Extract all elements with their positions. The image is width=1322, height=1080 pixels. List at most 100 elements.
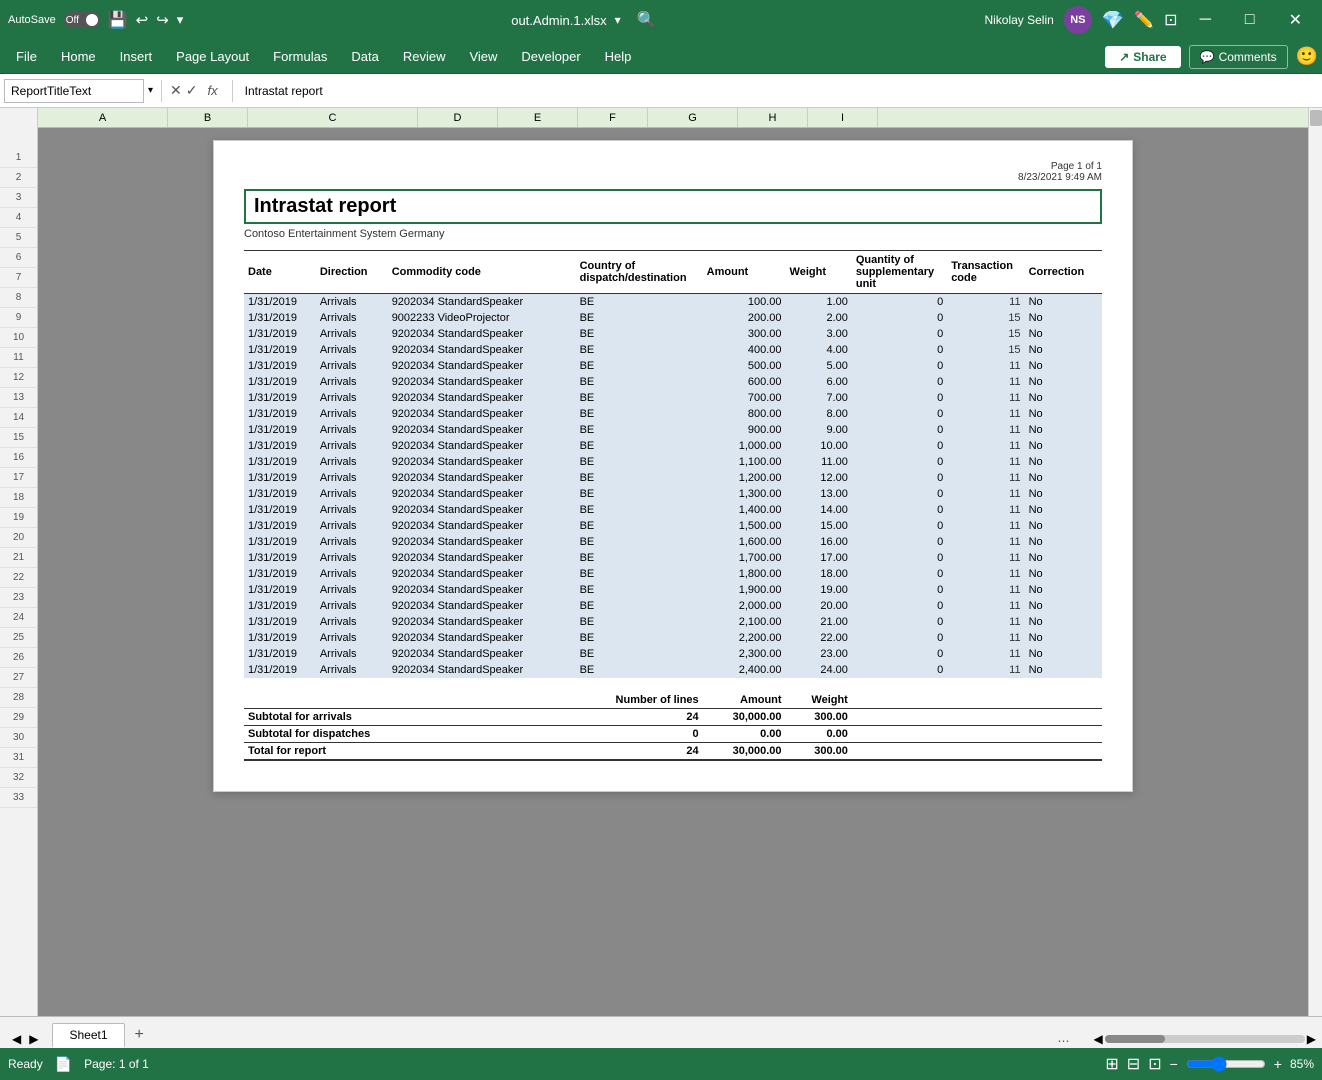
cell-direction: Arrivals <box>316 518 388 534</box>
cell-qty: 0 <box>852 342 947 358</box>
menu-data[interactable]: Data <box>339 45 390 68</box>
gem-icon[interactable]: 💎 <box>1102 10 1124 31</box>
redo-icon[interactable]: ↪ <box>156 11 169 29</box>
tab-next-icon[interactable]: ▶ <box>25 1030 42 1048</box>
col-header-c[interactable]: C <box>248 108 418 127</box>
restore-icon[interactable]: ⊡ <box>1164 10 1177 30</box>
user-name: Nikolay Selin <box>984 13 1053 27</box>
cancel-formula-icon[interactable]: ✕ <box>170 82 182 99</box>
sheet-tab-sheet1[interactable]: Sheet1 <box>52 1023 124 1048</box>
cell-amount: 1,000.00 <box>703 438 786 454</box>
formula-separator2 <box>232 80 233 102</box>
cell-weight: 20.00 <box>786 598 852 614</box>
undo-icon[interactable]: ↩ <box>136 11 149 29</box>
cell-amount: 1,900.00 <box>703 582 786 598</box>
menu-file[interactable]: File <box>4 45 49 68</box>
cell-amount: 800.00 <box>703 406 786 422</box>
menu-page-layout[interactable]: Page Layout <box>164 45 261 68</box>
cell-weight: 21.00 <box>786 614 852 630</box>
status-page-icon[interactable]: 📄 <box>55 1056 72 1073</box>
cell-country: BE <box>576 422 703 438</box>
num-lines-label: Number of lines <box>576 686 703 709</box>
search-icon[interactable]: 🔍 <box>637 10 657 30</box>
col-header-a[interactable]: A <box>38 108 168 127</box>
hscroll-right-icon[interactable]: ▶ <box>1305 1030 1318 1048</box>
cell-date: 1/31/2019 <box>244 438 316 454</box>
cell-amount: 2,200.00 <box>703 630 786 646</box>
maximize-button[interactable]: □ <box>1233 0 1267 40</box>
menu-home[interactable]: Home <box>49 45 108 68</box>
row-header-9: 9 <box>0 308 37 328</box>
formula-input[interactable] <box>241 82 1318 100</box>
row-header-30: 30 <box>0 728 37 748</box>
menu-developer[interactable]: Developer <box>509 45 592 68</box>
menu-help[interactable]: Help <box>593 45 644 68</box>
menu-formulas[interactable]: Formulas <box>261 45 339 68</box>
cell-amount: 500.00 <box>703 358 786 374</box>
cell-date: 1/31/2019 <box>244 566 316 582</box>
user-avatar[interactable]: NS <box>1064 6 1092 34</box>
more-icon[interactable]: ▾ <box>177 12 184 28</box>
cell-direction: Arrivals <box>316 470 388 486</box>
cell-country: BE <box>576 406 703 422</box>
col-header-b[interactable]: B <box>168 108 248 127</box>
zoom-plus-icon[interactable]: + <box>1274 1056 1282 1072</box>
row-header-12: 12 <box>0 368 37 388</box>
cell-weight: 14.00 <box>786 502 852 518</box>
table-row: 1/31/2019 Arrivals 9202034 StandardSpeak… <box>244 374 1102 390</box>
pen-icon[interactable]: ✏️ <box>1134 10 1154 30</box>
save-icon[interactable]: 💾 <box>108 10 128 30</box>
tab-prev-icon[interactable]: ◀ <box>8 1030 25 1048</box>
cell-amount: 1,400.00 <box>703 502 786 518</box>
cell-commodity: 9002233 VideoProjector <box>388 310 576 326</box>
scroll-area[interactable]: A B C D E F G H I Page 1 of 1 8/23/2021 … <box>38 108 1308 1016</box>
cell-qty: 0 <box>852 294 947 311</box>
minimize-button[interactable]: ─ <box>1188 0 1223 40</box>
normal-view-icon[interactable]: ⊞ <box>1105 1054 1118 1074</box>
autosave-toggle[interactable]: Off <box>64 12 100 28</box>
hscroll-track[interactable] <box>1105 1035 1305 1043</box>
page-info: Page 1 of 1 8/23/2021 9:49 AM <box>244 161 1102 183</box>
close-button[interactable]: ✕ <box>1277 0 1314 40</box>
cell-commodity: 9202034 StandardSpeaker <box>388 406 576 422</box>
name-box[interactable] <box>4 79 144 103</box>
confirm-formula-icon[interactable]: ✓ <box>186 82 198 99</box>
table-row: 1/31/2019 Arrivals 9202034 StandardSpeak… <box>244 390 1102 406</box>
emoji-icon[interactable]: 🙂 <box>1296 46 1318 67</box>
menu-view[interactable]: View <box>457 45 509 68</box>
col-header-f[interactable]: F <box>578 108 648 127</box>
cell-date: 1/31/2019 <box>244 598 316 614</box>
col-header-i[interactable]: I <box>808 108 878 127</box>
hscroll-left-icon[interactable]: ◀ <box>1092 1030 1105 1048</box>
row-header-20: 20 <box>0 528 37 548</box>
page-break-view-icon[interactable]: ⊡ <box>1148 1054 1161 1074</box>
page-layout-view-icon[interactable]: ⊟ <box>1127 1054 1140 1074</box>
menu-insert[interactable]: Insert <box>108 45 165 68</box>
zoom-minus-icon[interactable]: − <box>1170 1056 1178 1072</box>
col-header-d[interactable]: D <box>418 108 498 127</box>
zoom-slider[interactable] <box>1186 1056 1266 1072</box>
cell-weight: 8.00 <box>786 406 852 422</box>
cell-direction: Arrivals <box>316 646 388 662</box>
cell-country: BE <box>576 470 703 486</box>
cell-trans: 11 <box>947 406 1024 422</box>
col-header-e[interactable]: E <box>498 108 578 127</box>
col-header-g[interactable]: G <box>648 108 738 127</box>
vertical-scrollbar[interactable] <box>1308 108 1322 1016</box>
cell-date: 1/31/2019 <box>244 630 316 646</box>
name-box-dropdown[interactable]: ▾ <box>148 85 153 96</box>
cell-date: 1/31/2019 <box>244 454 316 470</box>
share-button[interactable]: ↗ Share <box>1105 46 1180 68</box>
tab-options-icon[interactable]: ⋯ <box>1058 1034 1070 1048</box>
total-label: Total for report <box>244 743 576 761</box>
subtotal-arrivals-row: Subtotal for arrivals 24 30,000.00 300.0… <box>244 709 1102 726</box>
comments-button[interactable]: 💬 Comments <box>1189 45 1288 69</box>
col-header-h[interactable]: H <box>738 108 808 127</box>
status-left: Ready 📄 Page: 1 of 1 <box>8 1056 1093 1073</box>
file-dropdown-icon[interactable]: ▾ <box>615 13 621 27</box>
cell-country: BE <box>576 310 703 326</box>
menu-review[interactable]: Review <box>391 45 458 68</box>
autosave-off-label: Off <box>66 15 79 26</box>
add-sheet-button[interactable]: + <box>127 1022 152 1048</box>
cell-direction: Arrivals <box>316 630 388 646</box>
